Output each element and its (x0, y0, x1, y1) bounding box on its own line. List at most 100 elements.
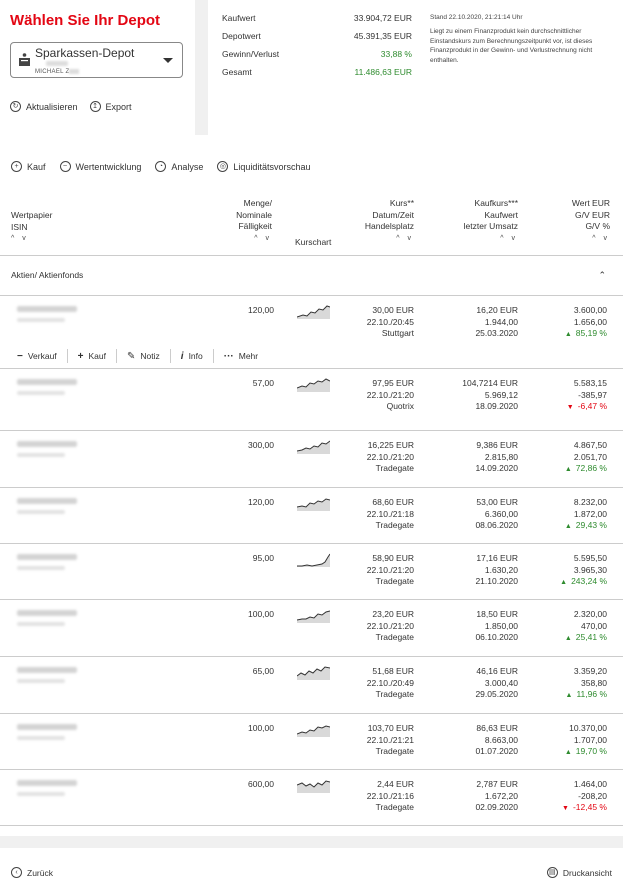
quantity: 120,00 (248, 305, 274, 315)
table-row[interactable]: 600,00 2,44 EUR 22.10./21:16 Tradegate 2,787… (0, 769, 623, 825)
value-cell: 3.600,00 1.656,00 ▲ 85,19 % (564, 305, 607, 338)
liquidity-button[interactable]: ◎ Liquiditätsvorschau (217, 161, 310, 172)
purchase-cell: 17,16 EUR 1.630,20 21.10.2020 (475, 553, 518, 586)
price-sparkline[interactable] (297, 721, 330, 737)
row-buy-button[interactable]: + Kauf (68, 349, 118, 363)
refresh-button[interactable]: ↻ Aktualisieren (10, 101, 78, 112)
price-cell: 30,00 EUR 22.10./20:45 Stuttgart (366, 305, 414, 338)
timestamp: Stand 22.10.2020, 21:21:14 Uhr (430, 14, 523, 21)
table-row[interactable]: 120,00 68,60 EUR 22.10./21:18 Tradegate 53,0… (0, 487, 623, 543)
print-button[interactable]: ▤ Druckansicht (546, 867, 612, 878)
price-cell: 23,20 EUR 22.10./21:20 Tradegate (366, 609, 414, 642)
price-sparkline[interactable] (297, 495, 330, 511)
table-row[interactable]: 65,00 51,68 EUR 22.10./20:49 Tradegate 46,16… (0, 656, 623, 713)
section-aktien[interactable]: Aktien/ Aktienfonds ⌃ (0, 255, 623, 295)
table-row[interactable]: 100,00 103,70 EUR 22.10./21:21 Tradegate 86,… (0, 713, 623, 769)
security-name-redacted (17, 724, 77, 730)
summary-row: Gesamt 11.486,63 EUR (222, 67, 412, 77)
column-header-kaufkurs[interactable]: Kaufkurs*** Kaufwert letzter Umsatz ^ v (464, 198, 518, 244)
isin-redacted (17, 391, 65, 395)
analyse-button[interactable]: ◔ Analyse (155, 161, 203, 172)
summary-info: Stand 22.10.2020, 21:21:14 Uhr Liegt zu … (430, 13, 615, 65)
summary-row: Kaufwert 33.904,72 EUR (222, 13, 412, 23)
buy-button[interactable]: + Kauf (11, 161, 46, 172)
purchase-cell: 18,50 EUR 1.850,00 06.10.2020 (475, 609, 518, 642)
isin-redacted (17, 510, 65, 514)
export-icon: ↥ (89, 101, 101, 112)
arrow-up-icon: ▲ (564, 749, 572, 756)
depot-actions: ↻ Aktualisieren ↥ Export (10, 101, 132, 112)
price-sparkline[interactable] (297, 777, 330, 793)
price-sparkline[interactable] (297, 607, 330, 623)
price-cell: 2,44 EUR 22.10./21:16 Tradegate (366, 779, 414, 812)
value-cell: 3.359,20 358,80 ▲ 11,96 % (565, 666, 608, 699)
table-header: Wertpapier ISIN ^ v Menge/Nominale Fälligke… (0, 198, 623, 248)
purchase-cell: 86,63 EUR 8.663,00 01.07.2020 (475, 723, 518, 756)
quantity: 300,00 (248, 440, 274, 450)
price-sparkline[interactable] (297, 303, 330, 319)
toolbar: + Kauf ~ Wertentwicklung ◔ Analyse ◎ Liquidi… (11, 161, 310, 172)
refresh-icon: ↻ (10, 101, 21, 112)
security-name-redacted (17, 667, 77, 673)
more-button[interactable]: ··· Mehr (214, 349, 268, 363)
price-cell: 51,68 EUR 22.10./20:49 Tradegate (366, 666, 414, 699)
value-cell: 4.867,50 2.051,70 ▲ 72,86 % (564, 440, 607, 473)
purchase-cell: 46,16 EUR 3.000,40 29.05.2020 (475, 666, 518, 699)
analyse-icon: ◔ (155, 161, 167, 172)
value-cell: 5.595,50 3.965,30 ▲ 243,24 % (560, 553, 607, 586)
table-row[interactable]: 120,00 30,00 EUR 22.10./20:45 Stuttgart 16,2… (0, 295, 623, 344)
purchase-cell: 9,386 EUR 2.815,80 14.09.2020 (475, 440, 518, 473)
back-button[interactable]: ‹ Zurück (11, 867, 53, 878)
note-button[interactable]: ✎ Notiz (117, 349, 171, 363)
info-note: Liegt zu einem Finanzprodukt kein durchs… (430, 28, 593, 64)
depot-select[interactable]: Sparkassen-Depot MICHAEL Z (10, 42, 183, 78)
value-cell: 1.464,00 -208,20 ▼ -12,45 % (562, 779, 607, 812)
summary-row: Gewinn/Verlust 33,88 % (222, 49, 412, 59)
chevron-up-icon[interactable]: ⌃ (598, 270, 606, 281)
security-name-redacted (17, 554, 77, 560)
footer-band (0, 836, 623, 848)
table-row[interactable]: 100,00 23,20 EUR 22.10./21:20 Tradegate 18,5… (0, 599, 623, 656)
column-header-wert[interactable]: Wert EUR G/V EUR G/V % ^ v (572, 198, 610, 244)
price-sparkline[interactable] (297, 376, 330, 392)
quantity: 95,00 (252, 553, 274, 563)
sort-icon: ^ v (592, 234, 610, 242)
isin-redacted (17, 622, 65, 626)
price-sparkline[interactable] (297, 438, 330, 454)
price-sparkline[interactable] (297, 664, 330, 680)
isin-redacted (17, 736, 65, 740)
sell-button[interactable]: − Verkauf (17, 349, 68, 363)
info-icon: i (180, 350, 184, 362)
price-sparkline[interactable] (297, 551, 330, 567)
column-header-wertpapier[interactable]: Wertpapier ISIN ^ v (11, 210, 52, 245)
export-button[interactable]: ↥ Export (89, 101, 132, 112)
isin-redacted (17, 453, 65, 457)
isin-redacted (17, 318, 65, 322)
column-header-menge[interactable]: Menge/Nominale Fälligkeit ^ v (236, 198, 272, 244)
quantity: 65,00 (252, 666, 274, 676)
plus-icon: + (11, 161, 22, 172)
chevron-down-icon[interactable] (163, 58, 173, 63)
more-icon: ··· (223, 350, 234, 362)
column-header-kurs[interactable]: Kurs** Datum/Zeit Handelsplatz ^ v (365, 198, 414, 244)
value-cell: 8.232,00 1.872,00 ▲ 29,43 % (564, 497, 607, 530)
sort-icon: ^ v (396, 234, 414, 242)
arrow-up-icon: ▲ (564, 331, 572, 338)
top-band: Wählen Sie Ihr Depot Sparkassen-Depot MI… (0, 0, 623, 135)
quantity: 600,00 (248, 779, 274, 789)
security-name-redacted (17, 379, 77, 385)
summary-table: Kaufwert 33.904,72 EUR Depotwert 45.391,35… (222, 13, 412, 85)
security-name-redacted (17, 498, 77, 504)
security-name-redacted (17, 441, 77, 447)
value-cell: 10.370,00 1.707,00 ▲ 19,70 % (564, 723, 607, 756)
quantity: 100,00 (248, 723, 274, 733)
table-row[interactable]: 300,00 16,225 EUR 22.10./21:20 Tradegate 9,3… (0, 430, 623, 487)
depot-owner: MICHAEL Z (35, 69, 80, 75)
table-row[interactable]: 57,00 97,95 EUR 22.10./21:20 Quotrix 104,721… (0, 368, 623, 430)
column-header-kurschart: Kurschart (295, 237, 332, 247)
quantity: 57,00 (252, 378, 274, 388)
info-button[interactable]: i Info (171, 349, 214, 363)
table-row[interactable]: 95,00 58,90 EUR 22.10./21:20 Tradegate 17,16… (0, 543, 623, 599)
performance-button[interactable]: ~ Wertentwicklung (59, 161, 141, 172)
purchase-cell: 104,7214 EUR 5.969,12 18.09.2020 (462, 378, 518, 411)
